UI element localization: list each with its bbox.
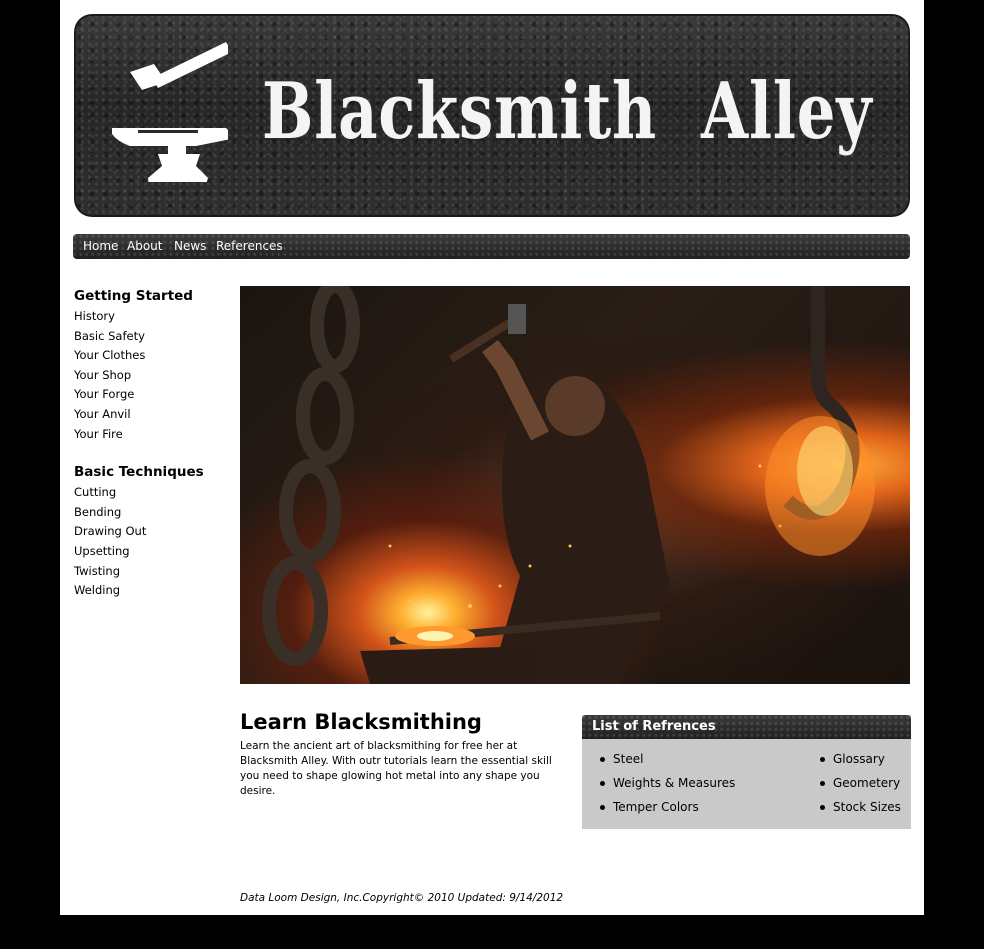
references-list-left: Steel Weights & Measures Temper Colors bbox=[598, 751, 735, 823]
nav-news-link[interactable]: News bbox=[174, 239, 206, 253]
nav-about-link[interactable]: About bbox=[127, 239, 162, 253]
sidebar-item-your-fire[interactable]: Your Fire bbox=[74, 425, 224, 445]
reference-link-temper-colors[interactable]: Temper Colors bbox=[598, 799, 735, 823]
site-title: Blacksmith Alley bbox=[262, 66, 873, 157]
sidebar-item-bending[interactable]: Bending bbox=[74, 503, 224, 523]
reference-link-stock-sizes[interactable]: Stock Sizes bbox=[818, 799, 901, 823]
page-container: Blacksmith Alley Home About News Referen… bbox=[60, 0, 924, 915]
nav-home-link[interactable]: Home bbox=[83, 239, 118, 253]
sidebar-item-history[interactable]: History bbox=[74, 307, 224, 327]
references-list-right: Glossary Geometery Stock Sizes bbox=[818, 751, 901, 823]
intro-paragraph: Learn the ancient art of blacksmithing f… bbox=[240, 740, 552, 797]
footer-copyright: Data Loom Design, Inc.Copyright© 2010 Up… bbox=[240, 892, 564, 904]
site-banner: Blacksmith Alley bbox=[74, 14, 910, 217]
sidebar-group-basic-techniques: Basic Techniques Cutting Bending Drawing… bbox=[74, 464, 224, 601]
sidebar-item-your-forge[interactable]: Your Forge bbox=[74, 385, 224, 405]
sidebar-item-basic-safety[interactable]: Basic Safety bbox=[74, 327, 224, 347]
sidebar: Getting Started History Basic Safety You… bbox=[74, 288, 224, 601]
sidebar-heading: Getting Started bbox=[74, 288, 193, 304]
sidebar-item-drawing-out[interactable]: Drawing Out bbox=[74, 522, 224, 542]
sidebar-group-getting-started: Getting Started History Basic Safety You… bbox=[74, 288, 224, 444]
references-panel-title: List of Refrences bbox=[582, 715, 911, 739]
page-title: Learn Blacksmithing bbox=[240, 710, 482, 734]
reference-link-geometery[interactable]: Geometery bbox=[818, 775, 901, 799]
sidebar-item-upsetting[interactable]: Upsetting bbox=[74, 542, 224, 562]
sidebar-item-your-shop[interactable]: Your Shop bbox=[74, 366, 224, 386]
hero-image-blacksmith-forging bbox=[240, 286, 910, 684]
anvil-hammer-icon bbox=[112, 42, 228, 182]
reference-link-steel[interactable]: Steel bbox=[598, 751, 735, 775]
reference-link-glossary[interactable]: Glossary bbox=[818, 751, 901, 775]
sidebar-item-twisting[interactable]: Twisting bbox=[74, 562, 224, 582]
nav-references-link[interactable]: References bbox=[216, 239, 283, 253]
sidebar-item-your-clothes[interactable]: Your Clothes bbox=[74, 346, 224, 366]
sidebar-item-your-anvil[interactable]: Your Anvil bbox=[74, 405, 224, 425]
references-panel: List of Refrences Steel Weights & Measur… bbox=[582, 715, 911, 829]
sidebar-item-welding[interactable]: Welding bbox=[74, 581, 224, 601]
reference-link-weights-measures[interactable]: Weights & Measures bbox=[598, 775, 735, 799]
sidebar-item-cutting[interactable]: Cutting bbox=[74, 483, 224, 503]
main-navbar: Home About News References bbox=[73, 234, 910, 259]
sidebar-heading: Basic Techniques bbox=[74, 464, 204, 481]
